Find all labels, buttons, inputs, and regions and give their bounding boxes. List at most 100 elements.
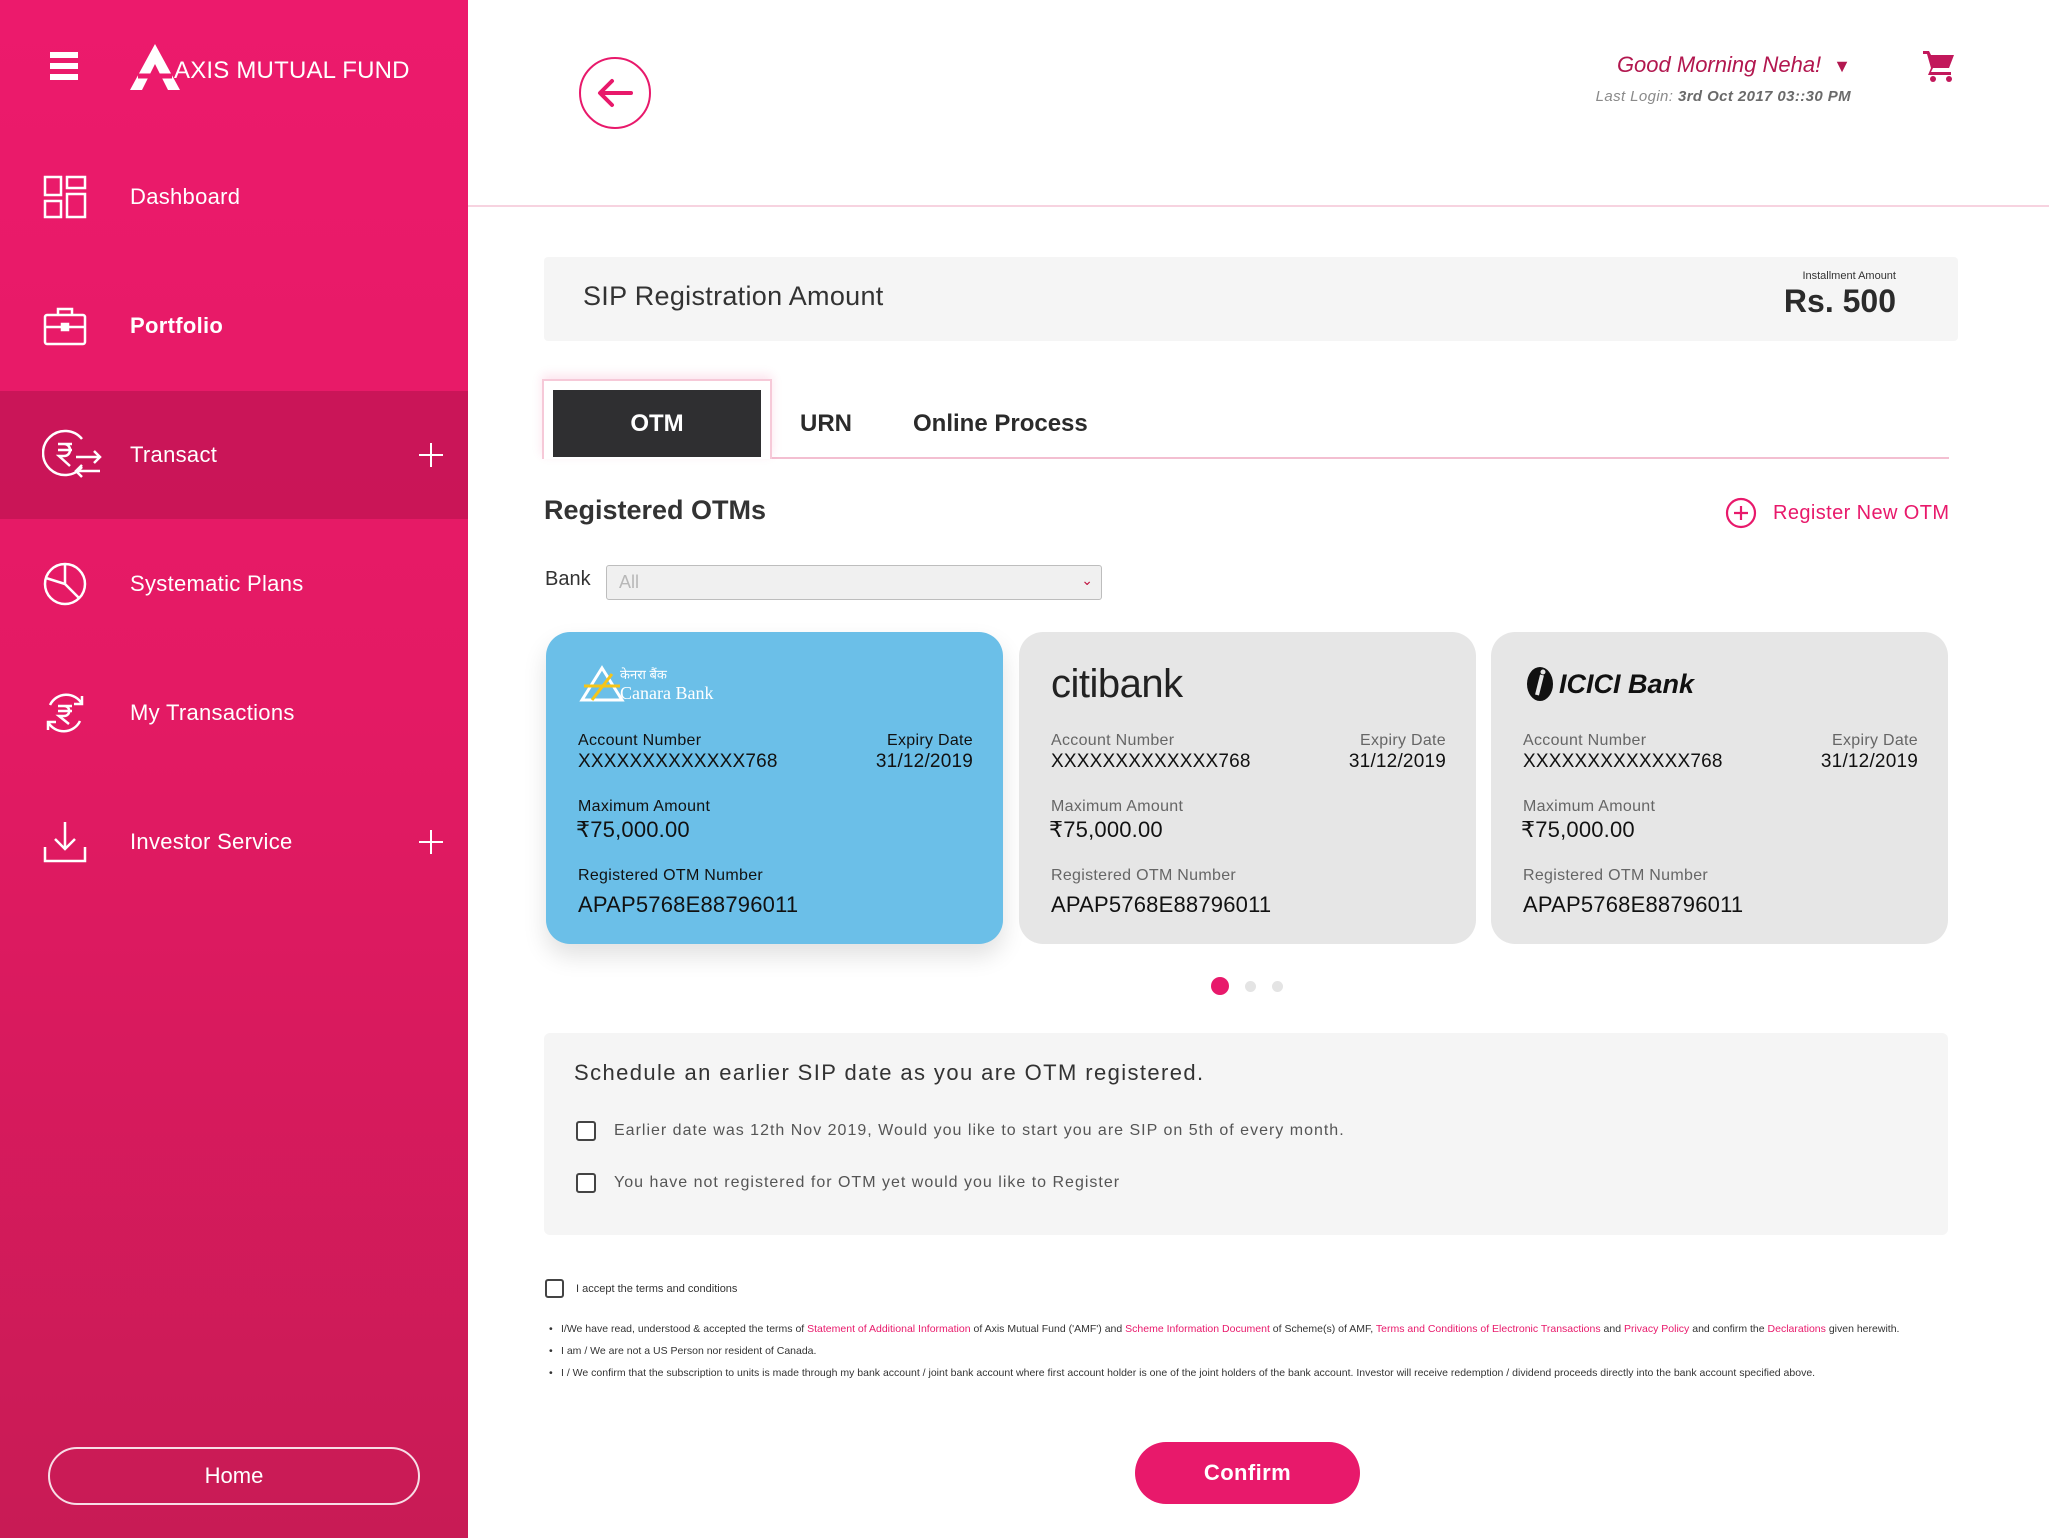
sai-link[interactable]: Statement of Additional Information [807,1323,970,1335]
carousel-dot-1[interactable] [1211,977,1229,995]
sidebar-item-label: Systematic Plans [130,571,304,596]
tab-online-process[interactable]: Online Process [913,410,1088,438]
terms-electronic-link[interactable]: Terms and Conditions of Electronic Trans… [1376,1323,1601,1335]
otm-number-value: APAP5768E88796011 [578,892,799,917]
sidebar-item-portfolio[interactable]: Portfolio [0,262,468,390]
home-button[interactable]: Home [48,1447,420,1505]
caret-down-icon[interactable]: ▼ [1833,56,1851,77]
declaration-item: I/We have read, understood & accepted th… [549,1322,1949,1336]
declaration-text: and confirm the [1689,1323,1768,1335]
register-new-otm-label: Register New OTM [1773,501,1950,524]
sidebar-item-label: Dashboard [130,184,241,209]
confirm-button[interactable]: Confirm [1135,1442,1360,1504]
chevron-down-icon: ⌄ [1081,572,1093,588]
carousel-pagination [1211,977,1299,995]
icici-bank-logo: ICICI Bank [1523,662,1694,706]
add-circle-icon [1725,497,1757,529]
max-amount-label: Maximum Amount [578,798,711,815]
brand-name: AXIS MUTUAL FUND [174,57,410,84]
expiry-date-label: Expiry Date [887,732,973,749]
otm-number-value: APAP5768E88796011 [1051,892,1272,917]
last-login: Last Login: 3rd Oct 2017 03::30 PM [1596,88,1851,105]
header-divider [468,205,2049,207]
otm-number-label: Registered OTM Number [1051,867,1237,884]
back-button[interactable] [579,57,651,129]
hamburger-menu-icon[interactable] [50,52,78,82]
canara-bank-logo: केनरा बैंक Canara Bank [578,662,713,706]
download-icon [43,822,87,863]
citibank-logo: citibank [1051,662,1183,706]
carousel-dot-3[interactable] [1272,980,1283,992]
sidebar-item-label: Transact [130,442,218,467]
carousel-dot-2[interactable] [1245,980,1256,992]
sip-title: SIP Registration Amount [583,281,884,311]
accept-terms[interactable]: I accept the terms and conditions [545,1279,737,1298]
account-number-value: XXXXXXXXXXXXX768 [578,751,778,772]
installment-label: Installment Amount [1802,270,1896,282]
max-amount-value: ₹75,000.00 [1049,817,1163,842]
sidebar-item-label: Investor Service [130,829,293,854]
schedule-option-1[interactable]: Earlier date was 12th Nov 2019, Would yo… [576,1121,1345,1141]
otm-number-value: APAP5768E88796011 [1523,892,1744,917]
account-number-value: XXXXXXXXXXXXX768 [1051,751,1251,772]
privacy-policy-link[interactable]: Privacy Policy [1624,1323,1689,1335]
tab-otm[interactable]: OTM [553,390,761,457]
accept-terms-label: I accept the terms and conditions [576,1282,738,1295]
otm-card-canara[interactable]: केनरा बैंक Canara Bank Account Number XX… [546,632,1003,944]
schedule-option-1-checkbox[interactable] [576,1121,596,1141]
bank-select-value: All [619,572,640,592]
canara-hindi-name: केनरा बैंक [620,667,667,682]
account-number-label: Account Number [578,732,702,749]
icici-mark-icon [1527,667,1553,701]
pie-chart-icon [43,562,87,606]
installment-amount: Rs. 500 [1783,283,1896,319]
declaration-text: and [1600,1323,1624,1335]
schedule-title: Schedule an earlier SIP date as you are … [574,1060,1205,1085]
expiry-date-value: 31/12/2019 [1348,751,1446,772]
bank-select[interactable]: All ⌄ [606,565,1102,600]
max-amount-value: ₹75,000.00 [1521,817,1635,842]
registered-otms-title: Registered OTMs [544,495,767,525]
user-menu[interactable]: Good Morning Neha! ▼ [1596,52,1851,78]
sidebar-item-investor-service[interactable]: Investor Service [0,778,468,906]
canara-triangle-icon [579,665,625,702]
schedule-sip-box: Schedule an earlier SIP date as you are … [544,1033,1948,1235]
declarations-link[interactable]: Declarations [1768,1323,1826,1335]
register-new-otm-button[interactable]: Register New OTM [1725,497,1949,529]
sidebar-item-dashboard[interactable]: Dashboard [0,133,468,261]
sidebar-item-systematic-plans[interactable]: Systematic Plans [0,520,468,648]
user-greeting: Good Morning Neha! ▼ Last Login: 3rd Oct … [1596,52,1851,105]
sidebar-item-label: My Transactions [130,700,295,725]
sidebar-item-transact[interactable]: Transact [0,391,468,519]
schedule-option-2-checkbox[interactable] [576,1173,596,1193]
expiry-date-value: 31/12/2019 [875,751,973,772]
accept-terms-checkbox[interactable] [545,1279,564,1298]
declaration-item: I / We confirm that the subscription to … [549,1366,1949,1380]
sid-link[interactable]: Scheme Information Document [1125,1323,1270,1335]
account-number-value: XXXXXXXXXXXXX768 [1523,751,1723,772]
greeting-text: Good Morning Neha! [1616,52,1822,77]
rupee-refresh-icon [46,693,84,733]
rupee-transfer-icon [42,429,102,478]
bank-filter-label: Bank [545,568,591,590]
declaration-text: I/We have read, understood & accepted th… [561,1323,808,1335]
axis-logo[interactable]: AXIS MUTUAL FUND [128,42,410,92]
expand-plus-icon[interactable] [418,829,444,855]
sidebar: AXIS MUTUAL FUND Dashboard Portfolio Tra… [0,0,468,1538]
schedule-option-2[interactable]: You have not registered for OTM yet woul… [576,1173,1120,1193]
expiry-date-value: 31/12/2019 [1820,751,1918,772]
account-number-label: Account Number [1523,732,1647,749]
sidebar-item-my-transactions[interactable]: My Transactions [0,649,468,777]
expand-plus-icon[interactable] [418,442,444,468]
schedule-option-2-label: You have not registered for OTM yet woul… [614,1174,1121,1191]
tab-urn[interactable]: URN [800,410,852,438]
expiry-date-label: Expiry Date [1832,732,1918,749]
otm-number-label: Registered OTM Number [578,867,764,884]
otm-card-citibank[interactable]: citibank Account Number XXXXXXXXXXXXX768… [1019,632,1476,944]
shopping-cart-icon[interactable] [1922,48,1956,82]
otm-card-icici[interactable]: ICICI Bank Account Number XXXXXXXXXXXXX7… [1491,632,1948,944]
sip-amount-bar: SIP Registration Amount Installment Amou… [544,257,1958,341]
declaration-text: of Scheme(s) of AMF, [1269,1323,1376,1335]
max-amount-value: ₹75,000.00 [576,817,690,842]
icici-bank-name: ICICI Bank [1559,668,1695,699]
